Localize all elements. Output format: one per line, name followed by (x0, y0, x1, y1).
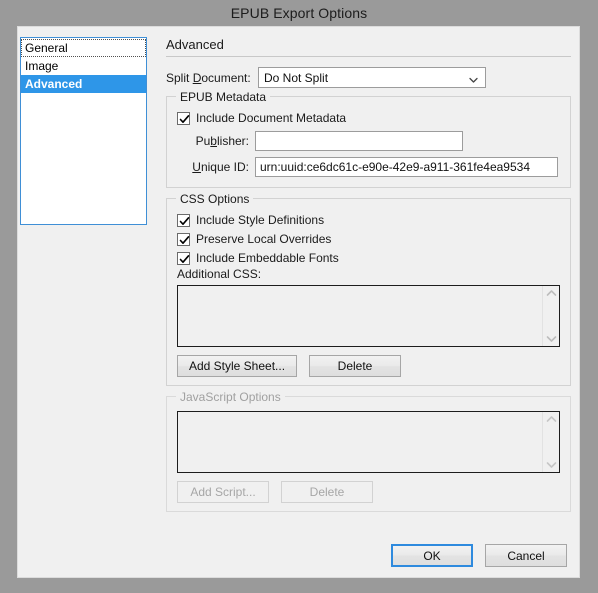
include-embeddable-fonts-row[interactable]: Include Embeddable Fonts (177, 251, 560, 265)
sidebar-item-label: General (25, 41, 68, 55)
preserve-local-overrides-row[interactable]: Preserve Local Overrides (177, 232, 560, 246)
sidebar-item-label: Image (25, 59, 59, 73)
sidebar-item-advanced[interactable]: Advanced (21, 75, 146, 93)
javascript-options-group-title: JavaScript Options (176, 390, 285, 404)
cancel-button[interactable]: Cancel (485, 544, 567, 567)
epub-metadata-group-title: EPUB Metadata (176, 90, 271, 104)
split-document-label: Split Document: (166, 71, 258, 85)
preserve-local-overrides-label: Preserve Local Overrides (196, 232, 332, 246)
publisher-row: Publisher: (177, 131, 560, 151)
chevron-down-icon (469, 73, 478, 83)
additional-css-scrollbar[interactable] (542, 286, 559, 346)
scroll-up-arrow-icon (546, 290, 556, 296)
unique-id-label: Unique ID: (177, 160, 255, 174)
checkmark-icon (179, 114, 190, 123)
include-embeddable-fonts-label: Include Embeddable Fonts (196, 251, 339, 265)
ok-button[interactable]: OK (391, 544, 473, 567)
include-document-metadata-row[interactable]: Include Document Metadata (177, 111, 560, 125)
split-document-value: Do Not Split (264, 70, 329, 85)
css-options-group: CSS Options Include Style Definitions Pr… (166, 192, 571, 386)
checkmark-icon (179, 254, 190, 263)
window-title: EPUB Export Options (230, 5, 368, 21)
checkmark-icon (179, 216, 190, 225)
category-listbox[interactable]: General Image Advanced (20, 37, 147, 225)
add-script-button: Add Script... (177, 481, 269, 503)
epub-metadata-group: EPUB Metadata Include Document Metadata … (166, 90, 571, 188)
checkmark-icon (179, 235, 190, 244)
javascript-options-button-row: Add Script... Delete (177, 481, 560, 503)
include-document-metadata-label: Include Document Metadata (196, 111, 347, 125)
javascript-listbox[interactable] (177, 411, 560, 473)
scroll-down-arrow-icon (546, 462, 556, 468)
unique-id-row: Unique ID: urn:uuid:ce6dc61c-e90e-42e9-a… (177, 157, 560, 177)
additional-css-label: Additional CSS: (177, 267, 262, 281)
add-style-sheet-button[interactable]: Add Style Sheet... (177, 355, 297, 377)
include-document-metadata-checkbox[interactable] (177, 111, 190, 125)
scroll-down-arrow-icon (546, 336, 556, 342)
javascript-options-group: JavaScript Options Add Script... Delete (166, 390, 571, 512)
include-style-definitions-row[interactable]: Include Style Definitions (177, 213, 560, 227)
page-title: Advanced (166, 37, 224, 52)
sidebar-item-image[interactable]: Image (21, 57, 146, 75)
heading-divider (166, 56, 571, 57)
include-embeddable-fonts-checkbox[interactable] (177, 251, 190, 265)
css-options-group-title: CSS Options (176, 192, 254, 206)
epub-export-options-dialog: General Image Advanced Advanced Split Do… (17, 26, 580, 578)
scroll-up-arrow-icon (546, 416, 556, 422)
include-style-definitions-checkbox[interactable] (177, 213, 190, 227)
split-document-row: Split Document: Do Not Split (166, 67, 571, 88)
dialog-footer: OK Cancel (391, 544, 567, 567)
split-document-label-post: ocument: (201, 70, 251, 85)
additional-css-listbox[interactable] (177, 285, 560, 347)
split-document-label-pre: Split (166, 70, 193, 85)
unique-id-value: urn:uuid:ce6dc61c-e90e-42e9-a911-361fe4e… (260, 160, 530, 174)
css-options-button-row: Add Style Sheet... Delete (177, 355, 560, 377)
publisher-label-accel: b (210, 134, 217, 148)
publisher-label-pre: Pu (195, 134, 211, 148)
advanced-pane: Advanced Split Document: Do Not Split EP… (166, 37, 571, 522)
publisher-label: Publisher: (177, 134, 255, 148)
preserve-local-overrides-checkbox[interactable] (177, 232, 190, 246)
split-document-select[interactable]: Do Not Split (258, 67, 486, 88)
window-titlebar: EPUB Export Options (0, 0, 598, 26)
sidebar-item-label: Advanced (25, 77, 83, 91)
sidebar-item-general[interactable]: General (21, 39, 146, 57)
unique-id-input[interactable]: urn:uuid:ce6dc61c-e90e-42e9-a911-361fe4e… (255, 157, 558, 177)
javascript-scrollbar[interactable] (542, 412, 559, 472)
unique-id-label-post: nique ID: (200, 160, 249, 174)
include-style-definitions-label: Include Style Definitions (196, 213, 325, 227)
javascript-delete-button: Delete (281, 481, 373, 503)
publisher-input[interactable] (255, 131, 463, 151)
unique-id-label-accel: U (192, 160, 201, 174)
publisher-label-post: lisher: (216, 134, 249, 148)
css-delete-button[interactable]: Delete (309, 355, 401, 377)
